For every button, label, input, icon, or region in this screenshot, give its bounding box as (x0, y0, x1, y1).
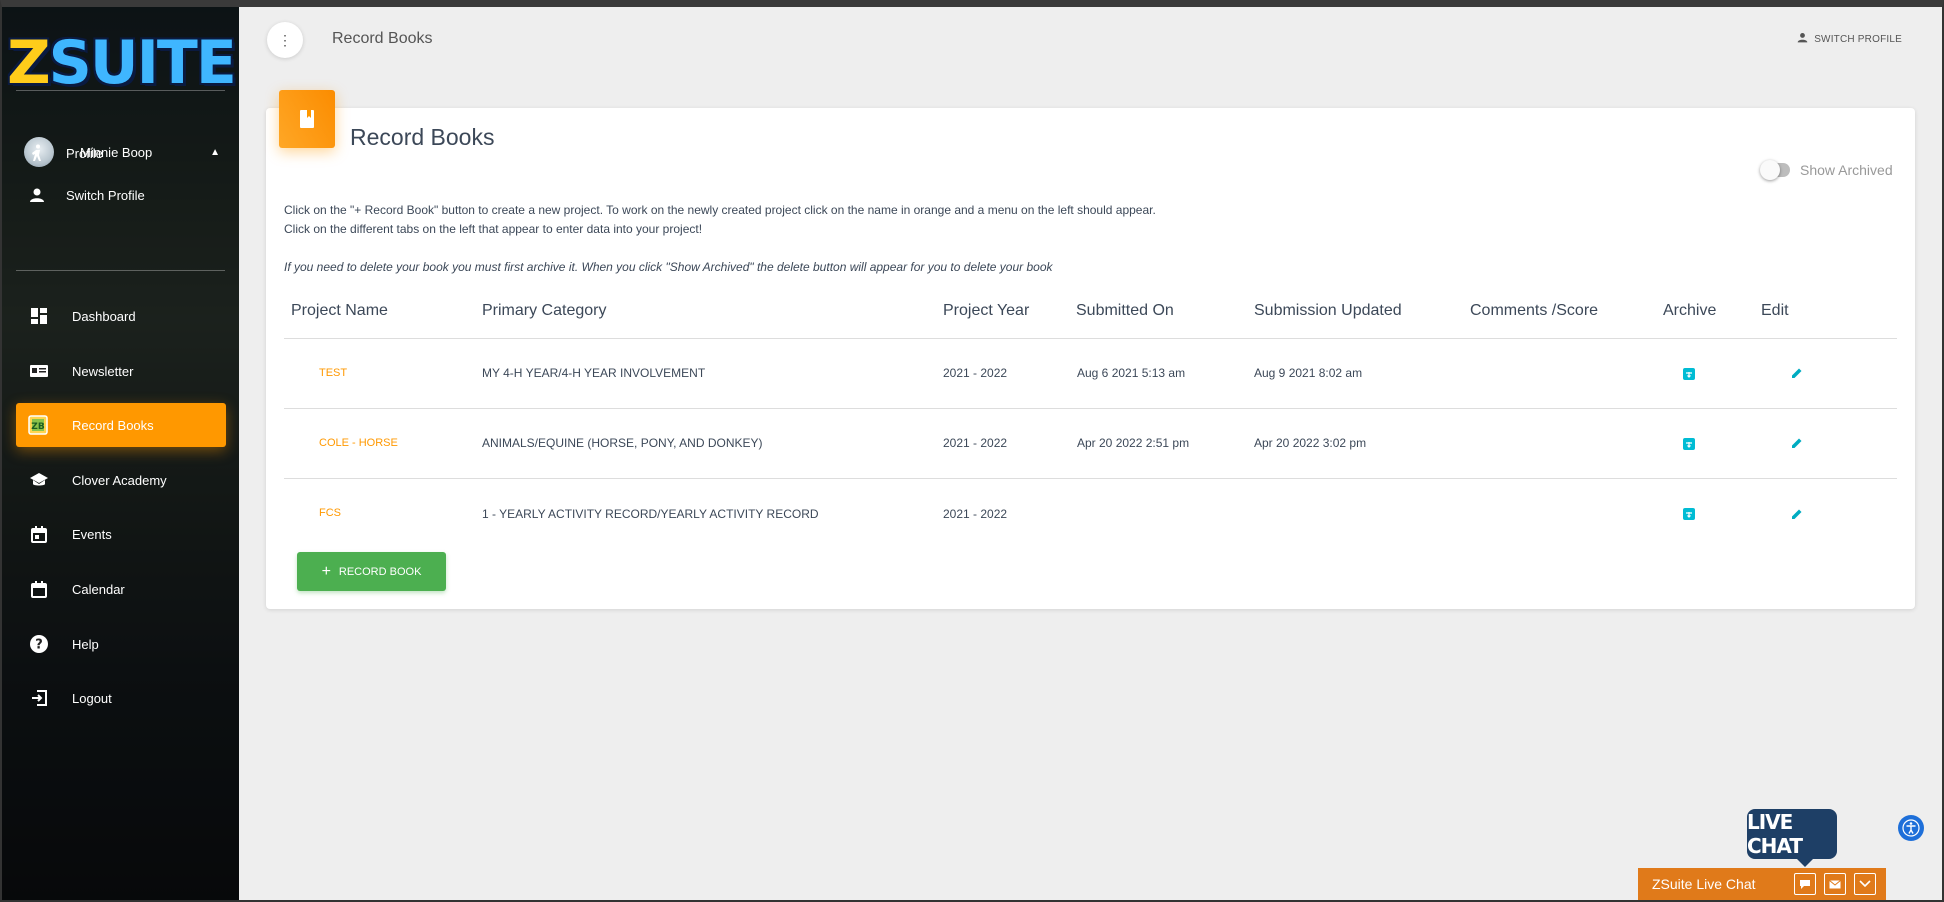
zsuite-logo[interactable]: ZSUITE (7, 27, 237, 99)
submitted-cell: Apr 20 2022 2:51 pm (1077, 436, 1190, 450)
school-icon (28, 469, 50, 491)
instruction-line: Click on the "+ Record Book" button to c… (284, 203, 1156, 217)
person-walking-icon (28, 144, 46, 162)
event-icon (28, 523, 50, 545)
sidebar-item-clover-academy[interactable]: Clover Academy (16, 458, 226, 502)
year-cell: 2021 - 2022 (943, 366, 1008, 380)
sidebar-item-label: Dashboard (72, 308, 136, 324)
column-header: Archive (1663, 302, 1717, 319)
instruction-line: Click on the different tabs on the left … (284, 222, 703, 236)
sidebar-item-help[interactable]: ? Help (16, 622, 226, 666)
year-cell: 2021 - 2022 (943, 507, 1008, 521)
more-vert-icon: ⋮ (278, 31, 292, 48)
chevron-down-icon[interactable] (1854, 873, 1876, 895)
logo-text: ZSUITE (7, 28, 237, 98)
add-button-label: RECORD BOOK (338, 565, 422, 578)
sidebar-item-label: Record Books (72, 417, 154, 433)
sidebar: ZSUITE Minnie Boop ▲ Profile Switch Prof… (2, 7, 239, 900)
archive-icon[interactable] (1683, 438, 1695, 450)
menu-toggle-button[interactable]: ⋮ (267, 22, 303, 58)
sidebar-item-newsletter[interactable]: Newsletter (16, 349, 226, 393)
category-cell: ANIMALS/EQUINE (HORSE, PONY, AND DONKEY) (482, 436, 763, 450)
sidebar-divider (16, 90, 225, 91)
person-icon (1797, 32, 1808, 46)
sidebar-item-label: Help (72, 636, 99, 652)
dashboard-icon (28, 305, 50, 327)
calendar-icon (28, 578, 50, 600)
sidebar-item-profile[interactable]: Profile (28, 138, 218, 168)
record-books-icon: ZB (28, 414, 50, 436)
column-header[interactable]: Comments /Score (1470, 302, 1598, 320)
column-header[interactable]: Submission Updated (1254, 302, 1402, 320)
row-divider (284, 478, 1897, 479)
updated-cell: Aug 9 2021 8:02 am (1254, 366, 1363, 380)
chat-icon[interactable] (1794, 873, 1816, 895)
logout-icon (28, 687, 50, 709)
newsletter-icon (28, 360, 50, 382)
book-icon (279, 90, 335, 148)
toggle-switch[interactable] (1760, 160, 1790, 180)
sidebar-item-label: Clover Academy (72, 472, 167, 488)
switch-profile-label: SWITCH PROFILE (1814, 33, 1902, 45)
sidebar-item-label: Events (72, 526, 112, 542)
switch-profile-button[interactable]: SWITCH PROFILE (1797, 32, 1902, 46)
accessibility-icon (1902, 819, 1920, 837)
add-record-book-button[interactable]: + RECORD BOOK (297, 552, 446, 591)
updated-cell: Apr 20 2022 3:02 pm (1254, 436, 1367, 450)
project-name-link[interactable]: TEST (319, 367, 347, 379)
submitted-cell: Aug 6 2021 5:13 am (1077, 366, 1186, 380)
category-cell: MY 4-H YEAR/4-H YEAR INVOLVEMENT (482, 366, 706, 380)
archive-icon[interactable] (1683, 508, 1695, 520)
sidebar-item-label: Switch Profile (66, 187, 145, 203)
person-icon (28, 186, 46, 204)
record-books-card (266, 108, 1915, 609)
column-header[interactable]: Project Year (943, 302, 1029, 320)
show-archived-toggle[interactable]: Show Archived (1760, 160, 1893, 180)
edit-icon[interactable] (1790, 507, 1804, 521)
column-header[interactable]: Submitted On (1076, 302, 1174, 320)
sidebar-item-switch-profile[interactable]: Switch Profile (28, 180, 218, 210)
card-title: Record Books (350, 124, 495, 150)
edit-icon[interactable] (1790, 366, 1804, 380)
edit-icon[interactable] (1790, 436, 1804, 450)
email-icon[interactable] (1824, 873, 1846, 895)
sidebar-item-calendar[interactable]: Calendar (16, 567, 226, 611)
sidebar-item-logout[interactable]: Logout (16, 676, 226, 720)
plus-icon: + (321, 562, 331, 580)
delete-note: If you need to delete your book you must… (284, 260, 1053, 274)
show-archived-label: Show Archived (1800, 162, 1893, 178)
sidebar-item-label: Calendar (72, 581, 125, 597)
sidebar-item-events[interactable]: Events (16, 512, 226, 556)
category-cell: 1 - YEARLY ACTIVITY RECORD/YEARLY ACTIVI… (482, 507, 819, 521)
help-icon: ? (28, 633, 50, 655)
project-name-link[interactable]: FCS (319, 507, 341, 519)
archive-icon[interactable] (1683, 368, 1695, 380)
sidebar-divider (16, 270, 225, 271)
live-chat-bubble[interactable]: LIVE CHAT (1747, 809, 1837, 867)
row-divider (284, 338, 1897, 339)
page-title: Record Books (332, 30, 433, 47)
year-cell: 2021 - 2022 (943, 436, 1008, 450)
sidebar-item-label: Newsletter (72, 363, 134, 379)
live-chat-label: ZSuite Live Chat (1652, 876, 1756, 892)
row-divider (284, 408, 1897, 409)
sidebar-item-dashboard[interactable]: Dashboard (16, 294, 226, 338)
column-header: Edit (1761, 302, 1789, 319)
project-name-link[interactable]: COLE - HORSE (319, 437, 398, 449)
sidebar-item-label: Logout (72, 690, 112, 706)
column-header[interactable]: Project Name (291, 302, 388, 320)
svg-text:?: ? (35, 638, 43, 653)
column-header[interactable]: Primary Category (482, 302, 606, 320)
sidebar-item-label: Profile (66, 145, 103, 161)
accessibility-button[interactable] (1898, 815, 1924, 841)
svg-text:ZB: ZB (31, 422, 45, 432)
live-chat-bar[interactable]: ZSuite Live Chat (1638, 868, 1886, 900)
sidebar-item-record-books[interactable]: ZB Record Books (16, 403, 226, 447)
